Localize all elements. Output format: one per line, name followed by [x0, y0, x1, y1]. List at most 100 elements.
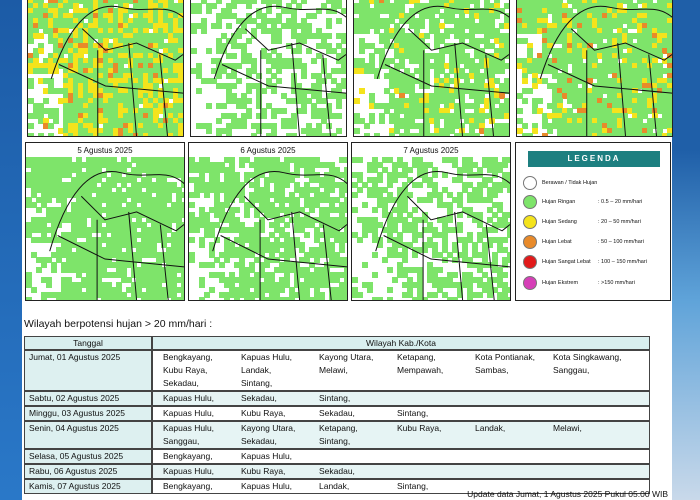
table-row: Senin, 04 Agustus 2025 Kapuas Hulu, Kayong… — [24, 421, 650, 449]
region-name: Bengkayang, — [163, 352, 213, 362]
legend-item: Hujan Sangat Lebat : 100 – 150 mm/hari — [523, 255, 647, 269]
right-blue-band — [672, 0, 700, 500]
forecast-sheet: 5 Agustus 2025 6 Agustus 2025 7 Agustus … — [22, 0, 673, 500]
region-name: Kapuas Hulu, — [241, 352, 293, 362]
table-row: Selasa, 05 Agustus 2025 Bengkayang, Kapuas… — [24, 449, 650, 464]
region-name: Sintang, — [397, 408, 429, 418]
region-name: Sekadau, — [319, 466, 355, 476]
date-cell: Rabu, 06 Agustus 2025 — [24, 464, 152, 479]
table-row: Jumat, 01 Agustus 2025 Bengkayang, Kapuas … — [24, 350, 650, 391]
region-name: Sintang, — [319, 436, 351, 446]
date-cell: Minggu, 03 Agustus 2025 — [24, 406, 152, 421]
region-name: Kapuas Hulu, — [163, 393, 215, 403]
region-name: Kota Singkawang, — [553, 352, 622, 362]
region-name: Sintang, — [397, 481, 429, 491]
regions-cell: Kapuas Hulu, Sekadau, Sintang, — [152, 391, 650, 406]
rain-map-image — [189, 157, 347, 300]
legend: LEGENDA Berawan / Tidak Hujan Hujan Ringa… — [515, 142, 671, 301]
rain-map-image — [517, 0, 672, 136]
region-name: Landak, — [475, 423, 506, 433]
legend-item: Hujan Ekstrem : >150 mm/hari — [523, 276, 635, 290]
region-name: Kapuas Hulu, — [163, 466, 215, 476]
region-name: Ketapang, — [319, 423, 358, 433]
rain-region-table: Tanggal Wilayah Kab./Kota Jumat, 01 Agus… — [24, 336, 650, 494]
legend-swatch — [523, 235, 537, 249]
legend-label: Hujan Sedang — [542, 219, 577, 225]
date-cell: Jumat, 01 Agustus 2025 — [24, 350, 152, 391]
legend-item: Berawan / Tidak Hujan — [523, 176, 597, 190]
region-name: Kubu Raya, — [397, 423, 442, 433]
rain-map-1 — [27, 0, 184, 137]
region-name: Sanggau, — [553, 365, 590, 375]
regions-cell: Kapuas Hulu, Kubu Raya, Sekadau, Sintang, — [152, 406, 650, 421]
legend-label: Hujan Ekstrem — [542, 280, 579, 286]
legend-range: : 20 – 50 mm/hari — [598, 219, 641, 225]
region-name: Kayong Utara, — [319, 352, 374, 362]
region-name: Ketapang, — [397, 352, 436, 362]
table-row: Rabu, 06 Agustus 2025 Kapuas Hulu, Kubu Ra… — [24, 464, 650, 479]
date-cell: Selasa, 05 Agustus 2025 — [24, 449, 152, 464]
legend-title: LEGENDA — [528, 151, 660, 167]
rain-map-image — [191, 0, 346, 136]
region-name: Sintang, — [319, 393, 351, 403]
rain-map-4 — [516, 0, 673, 137]
legend-label: Berawan / Tidak Hujan — [542, 180, 598, 186]
region-name: Kota Pontianak, — [475, 352, 536, 362]
region-name: Landak, — [241, 365, 272, 375]
map-title: 6 Agustus 2025 — [240, 146, 296, 155]
region-name: Melawi, — [319, 365, 348, 375]
legend-label: Hujan Lebat — [542, 239, 572, 245]
region-name: Kubu Raya, — [241, 408, 286, 418]
legend-swatch — [523, 255, 537, 269]
legend-swatch — [523, 215, 537, 229]
region-name: Sintang, — [241, 378, 273, 388]
column-header-date: Tanggal — [24, 336, 152, 350]
region-name: Bengkayang, — [163, 481, 213, 491]
legend-item: Hujan Lebat : 50 – 100 mm/hari — [523, 235, 644, 249]
update-timestamp: Update data Jumat, 1 Agustus 2025 Pukul … — [467, 489, 668, 499]
region-name: Melawi, — [553, 423, 582, 433]
legend-range: : 100 – 150 mm/hari — [598, 259, 647, 265]
regions-cell: Kapuas Hulu, Kayong Utara, Ketapang, Kubu R… — [152, 421, 650, 449]
map-title: 7 Agustus 2025 — [403, 146, 459, 155]
region-name: Bengkayang, — [163, 451, 213, 461]
column-header-regions: Wilayah Kab./Kota — [152, 336, 650, 350]
region-name: Sekadau, — [241, 436, 277, 446]
rain-map-image — [354, 0, 509, 136]
left-blue-band — [0, 0, 22, 500]
region-name: Kapuas Hulu, — [163, 423, 215, 433]
regions-cell: Bengkayang, Kapuas Hulu, Kayong Utara, Keta… — [152, 350, 650, 391]
rain-map-image — [352, 157, 510, 300]
rain-map-image — [28, 0, 183, 136]
map-title: 5 Agustus 2025 — [77, 146, 133, 155]
legend-range: : 0.5 – 20 mm/hari — [598, 199, 643, 205]
region-name: Kubu Raya, — [163, 365, 208, 375]
region-name: Sambas, — [475, 365, 509, 375]
legend-swatch — [523, 176, 537, 190]
region-name: Sekadau, — [241, 393, 277, 403]
legend-range: : >150 mm/hari — [598, 280, 635, 286]
region-name: Sekadau, — [319, 408, 355, 418]
table-row: Sabtu, 02 Agustus 2025 Kapuas Hulu, Sekada… — [24, 391, 650, 406]
date-cell: Senin, 04 Agustus 2025 — [24, 421, 152, 449]
date-cell: Sabtu, 02 Agustus 2025 — [24, 391, 152, 406]
legend-range: : 50 – 100 mm/hari — [598, 239, 644, 245]
region-name: Sekadau, — [163, 378, 199, 388]
rain-map-7: 7 Agustus 2025 — [351, 142, 511, 301]
rain-map-image — [26, 157, 184, 300]
legend-label: Hujan Ringan — [542, 199, 576, 205]
legend-swatch — [523, 195, 537, 209]
rain-map-2 — [190, 0, 347, 137]
legend-label: Hujan Sangat Lebat — [542, 259, 591, 265]
regions-cell: Kapuas Hulu, Kubu Raya, Sekadau, — [152, 464, 650, 479]
table-row: Minggu, 03 Agustus 2025 Kapuas Hulu, Kubu … — [24, 406, 650, 421]
rain-map-6: 6 Agustus 2025 — [188, 142, 348, 301]
region-name: Mempawah, — [397, 365, 444, 375]
legend-swatch — [523, 276, 537, 290]
region-name: Sanggau, — [163, 436, 200, 446]
region-name: Kapuas Hulu, — [241, 451, 293, 461]
regions-cell: Bengkayang, Kapuas Hulu, — [152, 449, 650, 464]
section-heading: Wilayah berpotensi hujan > 20 mm/hari : — [24, 318, 213, 330]
rain-map-5: 5 Agustus 2025 — [25, 142, 185, 301]
date-cell: Kamis, 07 Agustus 2025 — [24, 479, 152, 494]
